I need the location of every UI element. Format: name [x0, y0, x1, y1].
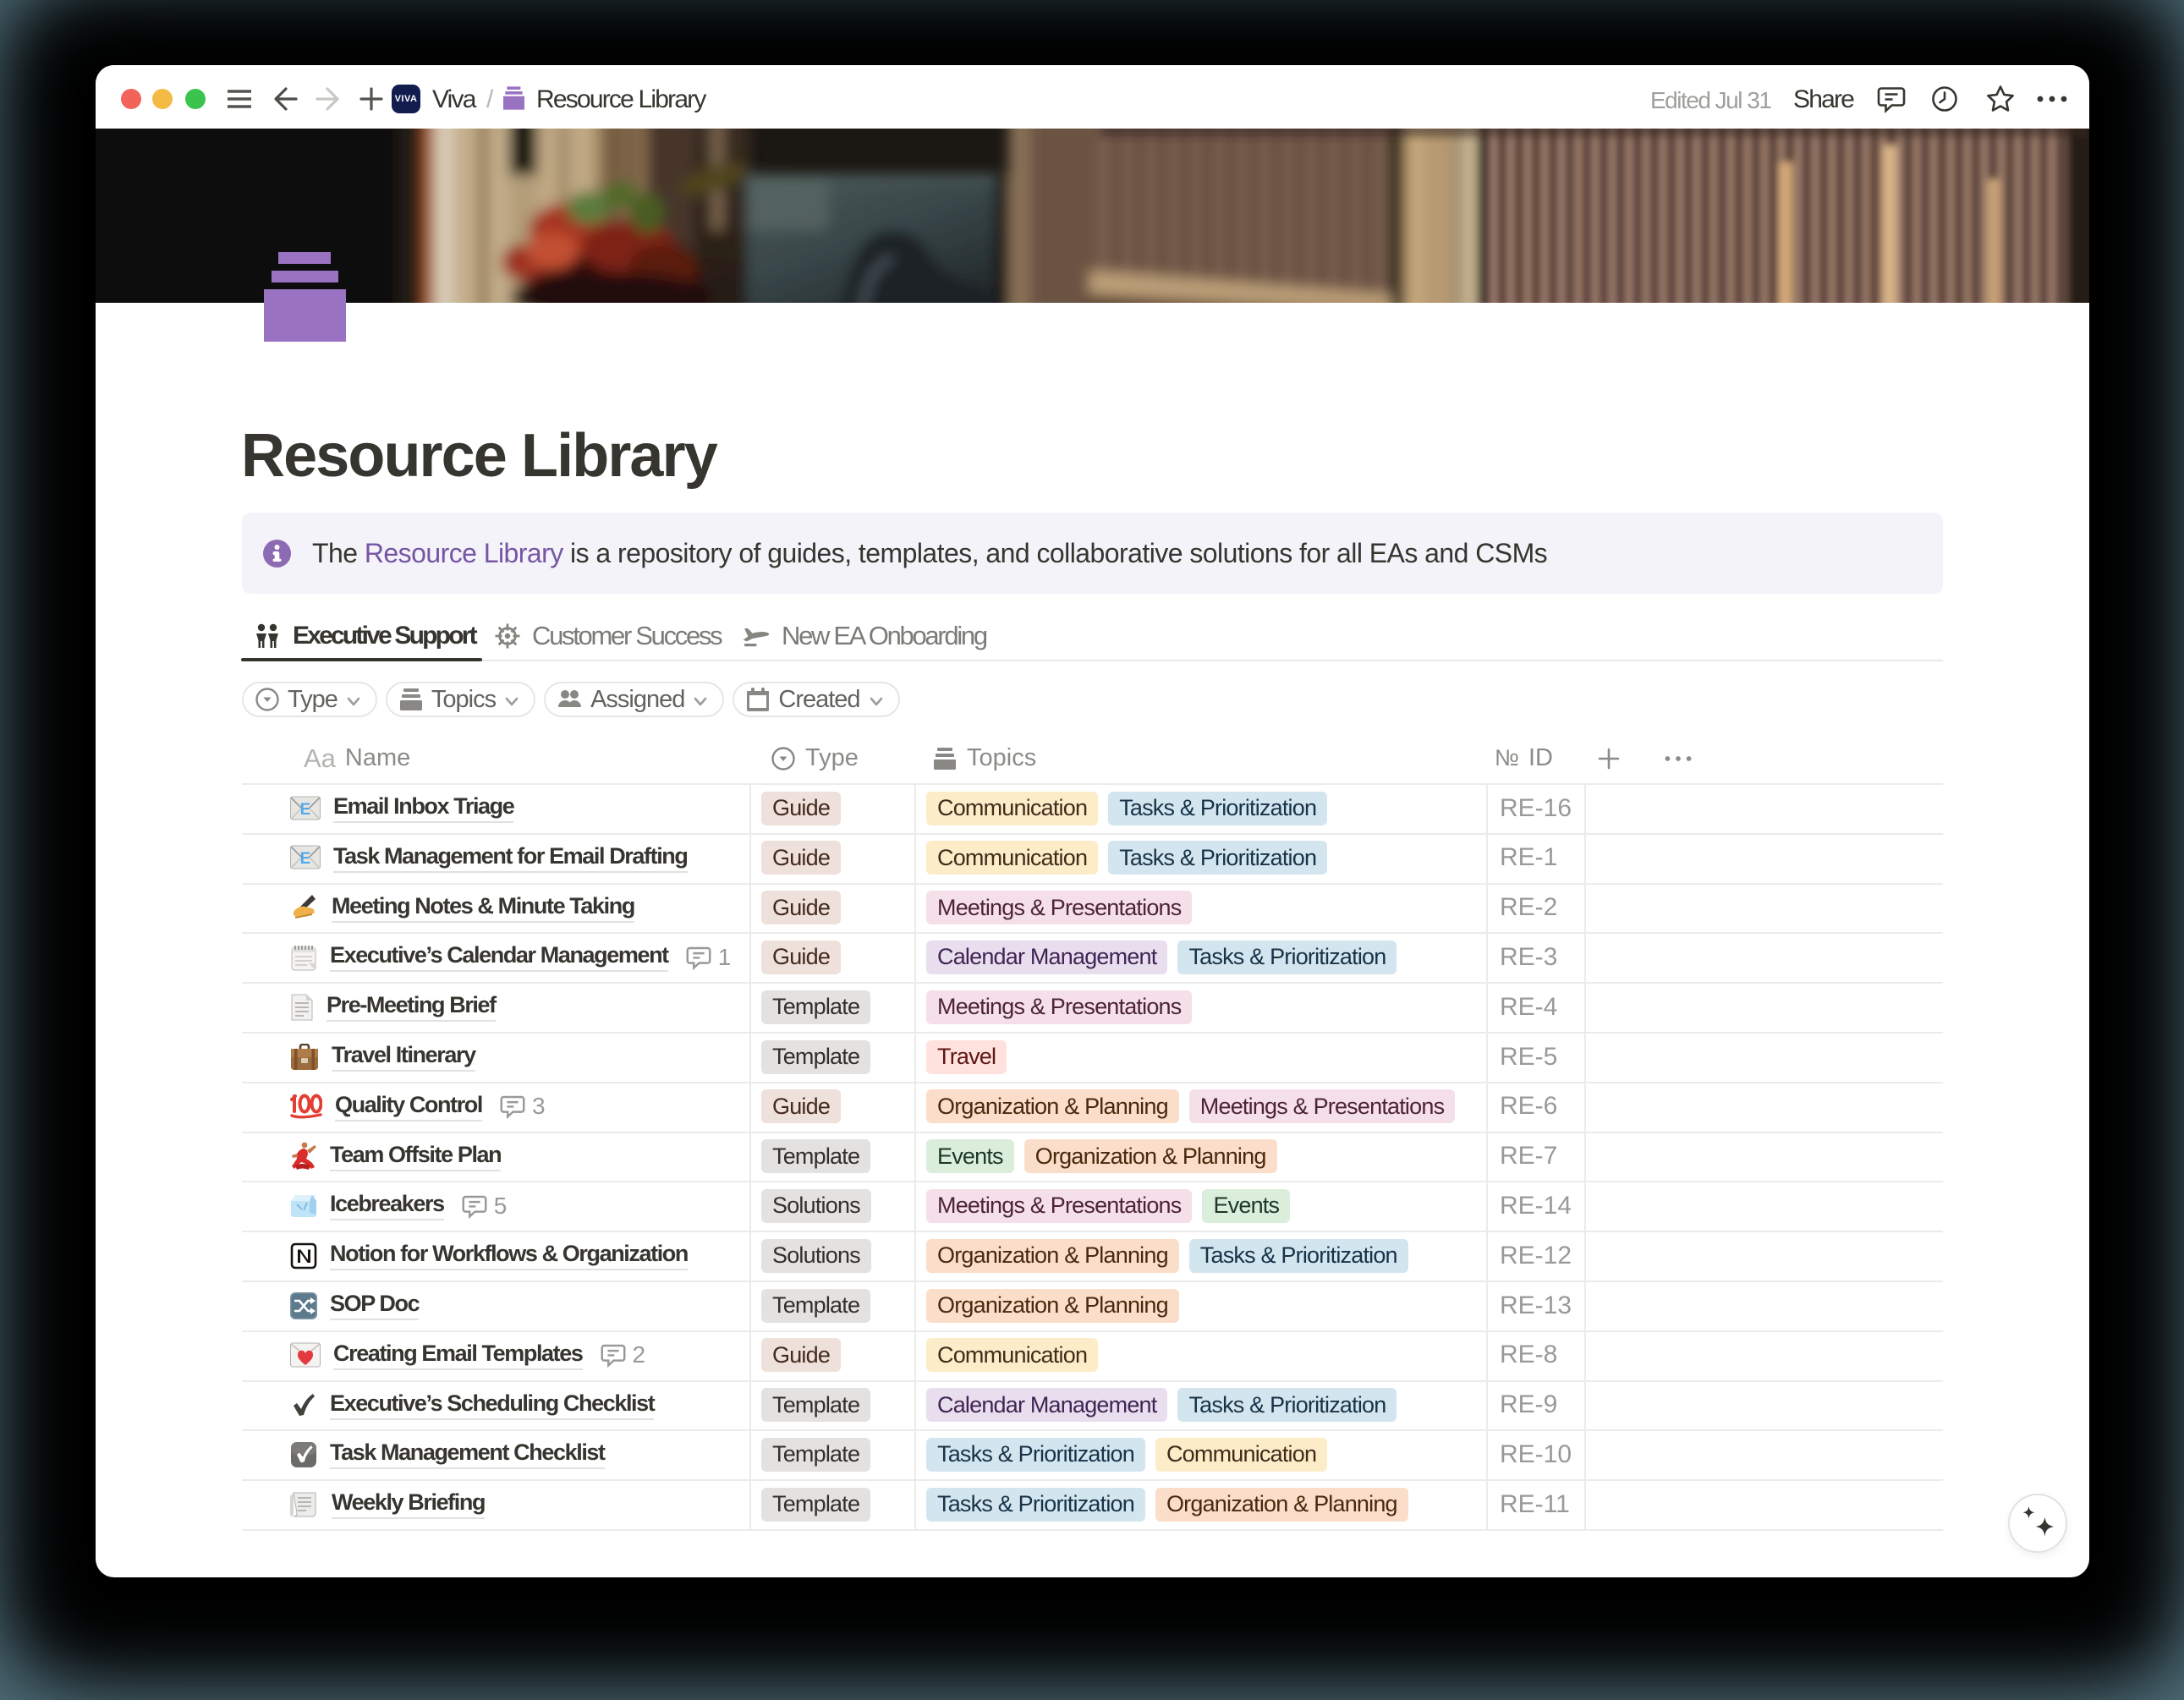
svg-text:E: E	[300, 801, 311, 819]
svg-text:E: E	[300, 850, 311, 868]
